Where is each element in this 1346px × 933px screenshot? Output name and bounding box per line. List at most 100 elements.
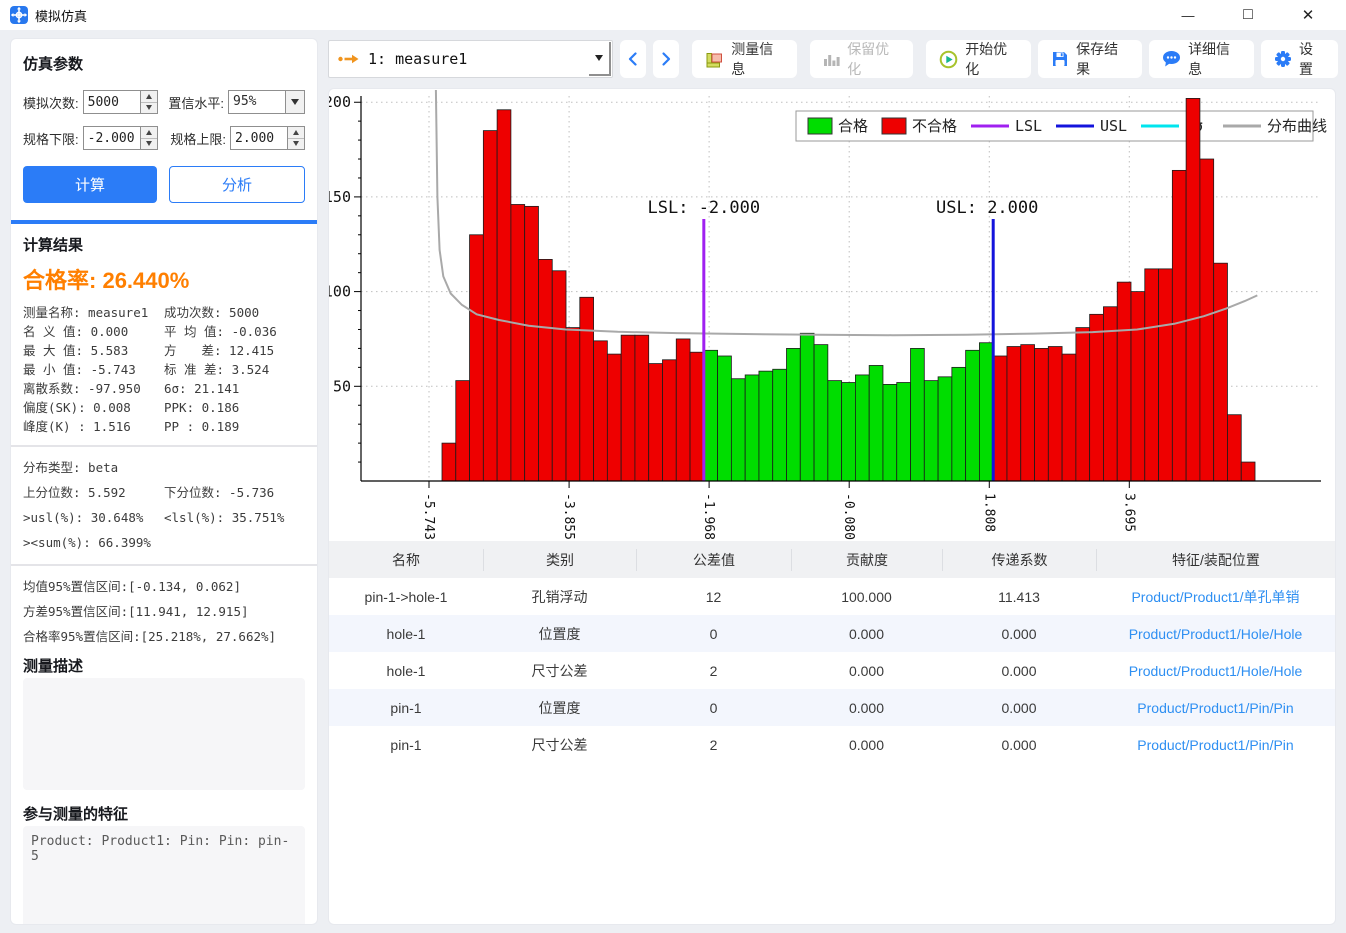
histogram-bar-pass — [814, 345, 828, 481]
table-cell: 尺寸公差 — [483, 661, 636, 681]
title-bar: 模拟仿真 — □ ✕ — [0, 0, 1346, 30]
params-section-title: 仿真参数 — [23, 53, 305, 74]
histogram-bar-pass — [773, 369, 787, 481]
table-cell: 位置度 — [483, 624, 636, 644]
table-body: pin-1->hole-1孔销浮动12100.00011.413Product/… — [329, 578, 1335, 763]
table-cell: 0.000 — [942, 626, 1096, 642]
histogram-bar-fail — [566, 328, 580, 481]
lsl-label: LSL: -2.000 — [648, 198, 761, 218]
blue-divider — [11, 220, 317, 224]
column-header[interactable]: 特征/装配位置 — [1096, 549, 1335, 571]
histogram-bar-pass — [952, 367, 966, 481]
analyze-button[interactable]: 分析 — [169, 166, 305, 203]
app-icon — [10, 6, 28, 24]
description-section-title: 测量描述 — [23, 655, 305, 676]
table-row[interactable]: pin-1->hole-1孔销浮动12100.00011.413Product/… — [329, 578, 1335, 615]
column-header[interactable]: 类别 — [483, 549, 636, 571]
stat-line: 最 小 值: -5.743 — [23, 360, 164, 379]
lower-spec-input[interactable] — [84, 127, 140, 149]
distribution-stats: 分布类型: beta上分位数: 5.592下分位数: -5.736>usl(%)… — [23, 455, 305, 555]
column-header[interactable]: 公差值 — [636, 549, 791, 571]
spin-down-button[interactable] — [141, 102, 157, 114]
feature-path-link[interactable]: Product/Product1/Hole/Hole — [1096, 663, 1335, 679]
svg-text:-1.968: -1.968 — [701, 493, 716, 540]
histogram-bar-fail — [1090, 314, 1104, 481]
histogram-bar-fail — [1021, 345, 1035, 481]
pass-rate-label: 合格率: — [23, 268, 96, 293]
histogram-bar-pass — [979, 343, 993, 481]
next-measure-button[interactable] — [653, 40, 679, 78]
feature-path-link[interactable]: Product/Product1/Hole/Hole — [1096, 626, 1335, 642]
histogram-bar-fail — [483, 131, 497, 481]
sim-count-stepper[interactable] — [83, 90, 158, 114]
column-header[interactable]: 传递系数 — [942, 549, 1096, 571]
feature-path-link[interactable]: Product/Product1/单孔单销 — [1096, 587, 1335, 607]
upper-spec-input[interactable] — [231, 127, 287, 149]
upper-spec-label: 规格上限: — [170, 129, 226, 148]
spin-up-button[interactable] — [288, 127, 304, 138]
prev-measure-button[interactable] — [620, 40, 646, 78]
chat-bubble-icon — [1162, 50, 1181, 68]
measure-arrow-icon — [338, 52, 359, 66]
confidence-select[interactable]: 95% — [228, 90, 305, 114]
table-cell: 11.413 — [942, 589, 1096, 605]
column-header[interactable]: 名称 — [329, 549, 483, 571]
histogram-bar-pass — [855, 375, 869, 481]
contribution-table: 名称类别公差值贡献度传递系数特征/装配位置 pin-1->hole-1孔销浮动1… — [329, 541, 1335, 763]
close-button[interactable]: ✕ — [1278, 0, 1338, 30]
histogram-bar-fail — [1214, 263, 1228, 481]
table-row[interactable]: pin-1位置度00.0000.000Product/Product1/Pin/… — [329, 689, 1335, 726]
table-header-row: 名称类别公差值贡献度传递系数特征/装配位置 — [329, 541, 1335, 578]
dropdown-arrow-icon[interactable] — [589, 42, 611, 76]
upper-spec-stepper[interactable] — [230, 126, 305, 150]
table-cell: 0.000 — [791, 737, 942, 753]
histogram-bar-pass — [718, 356, 732, 481]
column-header[interactable]: 贡献度 — [791, 549, 942, 571]
histogram-bar-pass — [704, 350, 718, 481]
measure-selector[interactable]: 1: measure1 — [328, 40, 613, 78]
table-row[interactable]: hole-1位置度00.0000.000Product/Product1/Hol… — [329, 615, 1335, 652]
calculate-button[interactable]: 计算 — [23, 166, 157, 203]
table-cell: pin-1 — [329, 700, 483, 716]
histogram-bar-pass — [842, 383, 856, 481]
chevron-right-icon — [659, 51, 673, 67]
histogram-bar-fail — [1007, 347, 1021, 481]
keep-optimize-button[interactable]: 保留优化 — [810, 40, 913, 78]
stat-line: 下分位数: -5.736 — [164, 480, 305, 505]
stat-line: 峰度(K) : 1.516 — [23, 417, 164, 436]
stat-line: 平 均 值: -0.036 — [164, 322, 305, 341]
settings-button[interactable]: 设置 — [1261, 40, 1338, 78]
histogram-bar-fail — [1117, 282, 1131, 481]
measure-description-box[interactable] — [23, 678, 305, 790]
spin-up-button[interactable] — [141, 127, 157, 138]
minimize-button[interactable]: — — [1158, 0, 1218, 30]
spin-down-button[interactable] — [141, 138, 157, 150]
table-row[interactable]: hole-1尺寸公差20.0000.000Product/Product1/Ho… — [329, 652, 1335, 689]
feature-path-link[interactable]: Product/Product1/Pin/Pin — [1096, 737, 1335, 753]
lower-spec-stepper[interactable] — [83, 126, 158, 150]
feature-path-link[interactable]: Product/Product1/Pin/Pin — [1096, 700, 1335, 716]
x-tick-label: -5.743 — [421, 493, 436, 540]
start-optimize-button[interactable]: 开始优化 — [926, 40, 1031, 78]
measure-info-button[interactable]: 测量信息 — [692, 40, 797, 78]
histogram-bar-fail — [1062, 354, 1076, 481]
histogram-bar-pass — [897, 383, 911, 481]
table-row[interactable]: pin-1尺寸公差20.0000.000Product/Product1/Pin… — [329, 726, 1335, 763]
distribution-line: ><sum(%): 66.399% — [23, 530, 305, 555]
save-results-button[interactable]: 保存结果 — [1038, 40, 1142, 78]
details-button[interactable]: 详细信息 — [1149, 40, 1254, 78]
histogram-bar-fail — [662, 360, 676, 481]
spin-up-button[interactable] — [141, 91, 157, 102]
maximize-button[interactable]: □ — [1218, 0, 1278, 30]
histogram-bar-fail — [1172, 170, 1186, 481]
histogram-bar-fail — [635, 335, 649, 481]
dropdown-arrow-icon[interactable] — [285, 91, 304, 113]
confidence-intervals: 均值95%置信区间:[-0.134, 0.062]方差95%置信区间:[11.9… — [23, 574, 305, 649]
measured-features-box[interactable]: Product: Product1: Pin: Pin: pin-5 — [23, 826, 305, 925]
table-cell: hole-1 — [329, 626, 483, 642]
histogram-bar-pass — [745, 375, 759, 481]
stat-line: 测量名称: measure1 — [23, 303, 164, 322]
spin-down-button[interactable] — [288, 138, 304, 150]
lower-spec-label: 规格下限: — [23, 129, 79, 148]
sim-count-input[interactable] — [84, 91, 140, 113]
